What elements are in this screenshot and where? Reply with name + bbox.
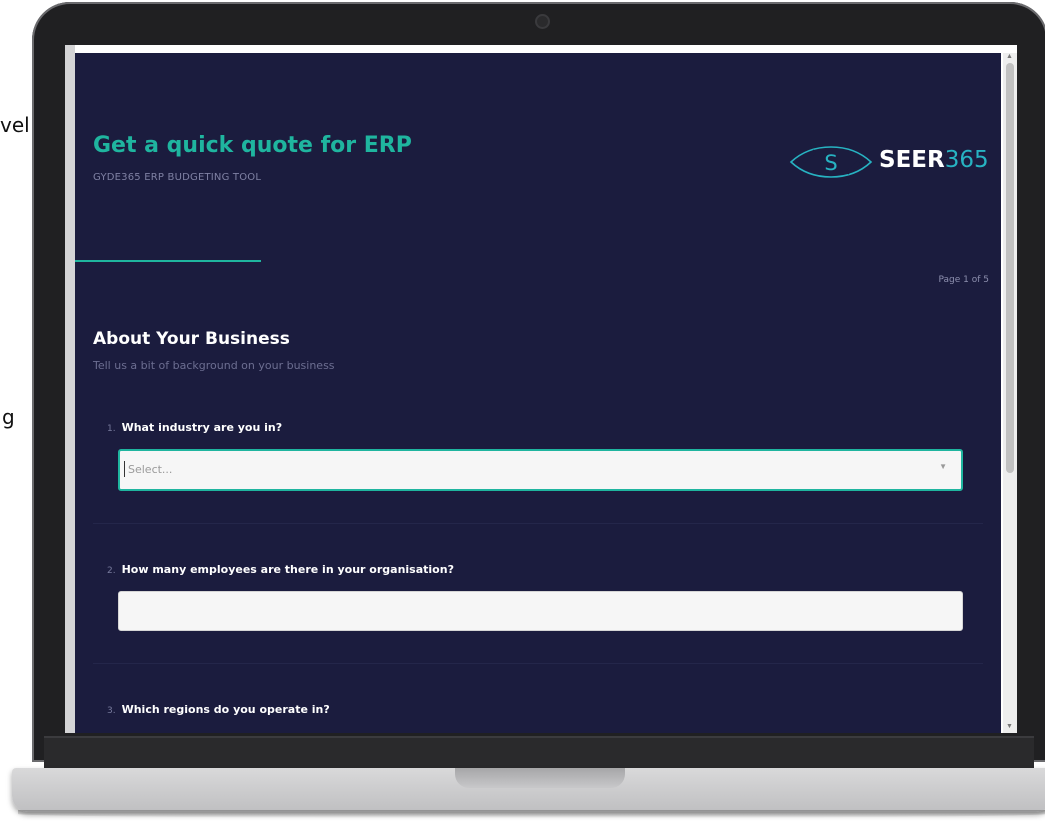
logo-number: 365 (944, 147, 989, 173)
divider (93, 523, 983, 524)
page-title: Get a quick quote for ERP (93, 133, 412, 158)
background-text-fragment: g (2, 405, 15, 429)
question-text: How many employees are there in your org… (121, 563, 454, 576)
form-page: Get a quick quote for ERP GYDE365 ERP BU… (75, 53, 1001, 733)
industry-select-placeholder: Select... (128, 463, 173, 476)
question-number: 2. (107, 566, 116, 576)
chevron-down-icon[interactable]: ▼ (939, 462, 947, 471)
scrollbar[interactable]: ▲ ▼ (1003, 53, 1017, 733)
question-number: 3. (107, 706, 116, 716)
scroll-down-arrow-icon[interactable]: ▼ (1006, 723, 1013, 731)
laptop-shadow (18, 810, 1045, 818)
laptop-screen: Get a quick quote for ERP GYDE365 ERP BU… (65, 45, 1017, 733)
logo-mark-letter: S (824, 151, 837, 175)
page-indicator: Page 1 of 5 (938, 275, 990, 285)
question-text: Which regions do you operate in? (121, 703, 330, 716)
page-subtitle: GYDE365 ERP BUDGETING TOOL (93, 172, 262, 183)
camera-icon (535, 14, 550, 29)
question-employees-label: 2. How many employees are there in your o… (107, 563, 454, 576)
section-title: About Your Business (93, 329, 290, 349)
employees-input[interactable] (118, 591, 963, 631)
browser-edge (65, 45, 75, 733)
question-industry-label: 1. What industry are you in? (107, 421, 282, 434)
eye-logo-icon: S (789, 146, 873, 178)
text-cursor (124, 461, 125, 477)
laptop-base-notch (455, 768, 625, 788)
section-description: Tell us a bit of background on your busi… (93, 359, 335, 372)
logo-word: SEER (879, 147, 945, 173)
industry-select[interactable]: Select... ▼ (118, 449, 963, 491)
logo-text: SEER365 (879, 147, 989, 173)
question-regions-label: 3. Which regions do you operate in? (107, 703, 330, 716)
progress-bar (75, 260, 261, 262)
laptop-bezel-bottom (44, 736, 1034, 768)
question-text: What industry are you in? (121, 421, 283, 434)
divider (93, 663, 983, 664)
background-text-fragment: vel (0, 113, 30, 137)
scrollbar-thumb[interactable] (1006, 63, 1014, 473)
scroll-up-arrow-icon[interactable]: ▲ (1006, 53, 1013, 61)
question-number: 1. (107, 424, 116, 434)
seer365-logo: S SEER365 (787, 141, 989, 183)
